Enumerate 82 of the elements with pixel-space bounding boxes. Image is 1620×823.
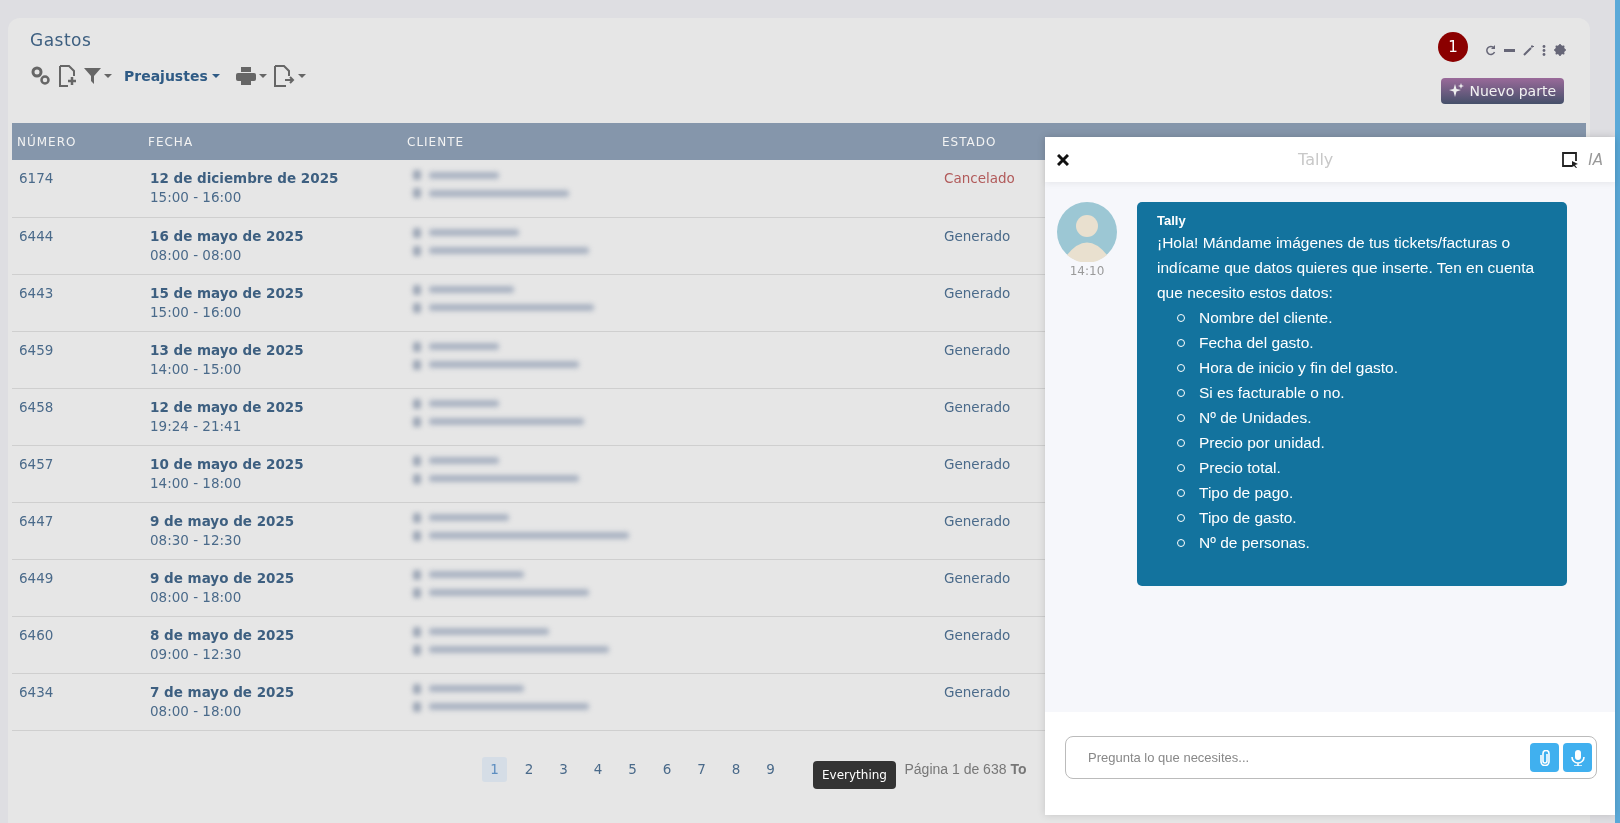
- date-text: 9 de mayo de 2025: [150, 512, 296, 529]
- page-button[interactable]: 7: [689, 756, 714, 782]
- table-cell: 6443: [12, 274, 143, 331]
- message-input[interactable]: Pregunta lo que necesites...: [1086, 749, 1526, 766]
- page-summary: Página 1 de 638 To: [904, 761, 1027, 777]
- new-report-button[interactable]: Nuevo parte: [1441, 78, 1564, 104]
- list-item: Precio total.: [1199, 458, 1281, 478]
- time-text: 14:00 - 15:00: [150, 360, 243, 377]
- page-title: Gastos: [30, 30, 92, 50]
- table-cell: 6174: [12, 160, 143, 217]
- table-cell: 6457: [12, 445, 143, 502]
- table-cell: 6449: [12, 559, 143, 616]
- settings-icon[interactable]: [1554, 44, 1566, 56]
- column-header: FECHA: [143, 123, 402, 160]
- table-cell: 6444: [12, 217, 143, 274]
- paperclip-icon: [1539, 749, 1550, 766]
- page-button[interactable]: 4: [585, 756, 611, 782]
- microphone-icon: [1570, 749, 1585, 766]
- mode-label: IA: [1588, 150, 1603, 169]
- list-item: Hora de inicio y fin del gasto.: [1199, 358, 1399, 378]
- avatar-icon: [1057, 202, 1117, 262]
- page-button[interactable]: 5: [620, 756, 645, 782]
- presets-dropdown[interactable]: Preajustes: [118, 68, 230, 84]
- date-text: 15 de mayo de 2025: [150, 284, 305, 301]
- list-item: Nombre del cliente.: [1199, 308, 1333, 328]
- list-item: Nº de Unidades.: [1199, 408, 1312, 428]
- close-icon[interactable]: [1057, 153, 1069, 166]
- page-button[interactable]: 6: [654, 756, 680, 782]
- time-text: 15:00 - 16:00: [150, 189, 243, 205]
- caret-icon: [211, 74, 220, 78]
- date-text: 16 de mayo de 2025: [150, 227, 305, 244]
- date-text: 9 de mayo de 2025: [150, 569, 296, 586]
- refresh-icon[interactable]: [1485, 44, 1496, 56]
- page-button[interactable]: 9: [758, 756, 783, 782]
- table-cell: 6459: [12, 331, 143, 388]
- time-text: 08:00 - 18:00: [150, 702, 243, 719]
- time-text: 08:00 - 18:00: [150, 588, 243, 605]
- time-text: 08:30 - 12:30: [150, 531, 243, 548]
- date-text: 10 de mayo de 2025: [150, 455, 305, 472]
- microphone-button[interactable]: [1563, 743, 1592, 772]
- attach-button[interactable]: [1530, 743, 1559, 772]
- caret-icon: [297, 74, 306, 78]
- page-button[interactable]: 8: [723, 756, 749, 782]
- select-area-icon[interactable]: [1562, 151, 1579, 168]
- list-item: Nº de personas.: [1199, 533, 1310, 553]
- date-text: 12 de mayo de 2025: [150, 398, 305, 415]
- time-text: 19:24 - 21:41: [150, 417, 243, 434]
- time-text: 09:00 - 12:30: [150, 645, 243, 662]
- message-field[interactable]: Pregunta lo que necesites...: [1065, 736, 1597, 779]
- list-item: Fecha del gasto.: [1199, 333, 1314, 353]
- date-text: 13 de mayo de 2025: [150, 341, 305, 358]
- page-button[interactable]: 2: [516, 756, 542, 782]
- date-text: 7 de mayo de 2025: [150, 683, 296, 700]
- table-cell: 6447: [12, 502, 143, 559]
- filter-icon: [84, 68, 101, 84]
- page-button[interactable]: 1: [482, 756, 507, 782]
- file-export-icon: [272, 64, 295, 88]
- date-text: 8 de mayo de 2025: [150, 626, 296, 643]
- time-text: 14:00 - 18:00: [150, 474, 243, 491]
- list-item: Tipo de pago.: [1199, 483, 1294, 503]
- table-cell: 6460: [12, 616, 143, 673]
- magic-wand-icon[interactable]: [1523, 44, 1534, 56]
- print-button[interactable]: [235, 67, 267, 85]
- date-text: 12 de diciembre de 2025: [150, 170, 340, 186]
- notification-badge: 1: [1438, 32, 1468, 62]
- caret-icon: [258, 74, 267, 78]
- table-cell: 6458: [12, 388, 143, 445]
- caret-icon: [104, 74, 112, 78]
- file-add-icon[interactable]: [58, 64, 78, 88]
- column-header: CLIENTE: [402, 123, 937, 160]
- table-cell: 6434: [12, 673, 143, 730]
- printer-icon: [235, 67, 256, 85]
- page-button[interactable]: 3: [551, 756, 576, 782]
- more-icon[interactable]: [1542, 44, 1546, 56]
- filter-button[interactable]: [84, 68, 112, 84]
- time-text: 08:00 - 08:00: [150, 246, 243, 263]
- list-item: Tipo de gasto.: [1199, 508, 1297, 528]
- tooltip: Everything: [813, 760, 896, 789]
- export-button[interactable]: [272, 64, 306, 88]
- time-text: 15:00 - 16:00: [150, 303, 243, 320]
- settings-icon[interactable]: [30, 65, 52, 87]
- column-header: NÚMERO: [12, 123, 143, 160]
